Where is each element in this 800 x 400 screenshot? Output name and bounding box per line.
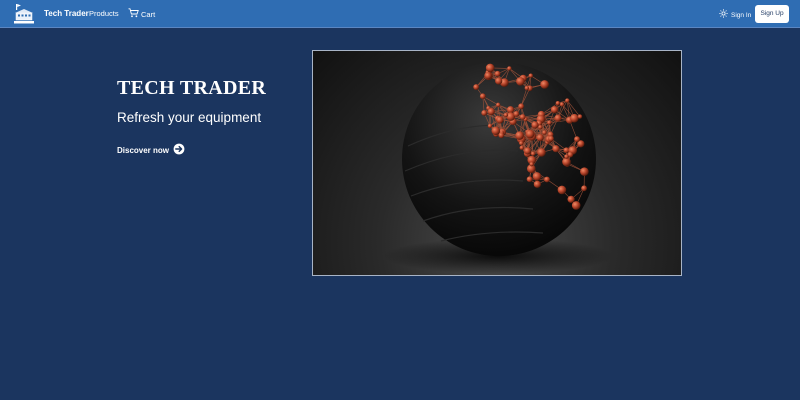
arrow-right-circle-icon [173,143,185,159]
discover-now-label: Discover now [117,146,170,155]
signin-link[interactable]: Sign In [719,9,751,22]
brand-name[interactable]: Tech Trader [44,8,89,20]
cart-icon [128,8,141,22]
nav-products-link[interactable]: Products [89,8,119,20]
store-logo-icon[interactable] [12,3,36,25]
navbar: Tech Trader Products Cart Sign In Sign U… [0,0,800,28]
signin-label: Sign In [731,12,752,19]
user-icon [719,9,731,22]
cart-label: Cart [141,10,156,19]
signup-button[interactable]: Sign Up [755,5,789,23]
nav-cart-link[interactable]: Cart [128,8,155,22]
hero-subtitle: Refresh your equipment [117,110,262,125]
hero-image [312,50,682,276]
discover-now-link[interactable]: Discover now [117,143,185,159]
hero-title: TECH TRADER [117,77,267,99]
